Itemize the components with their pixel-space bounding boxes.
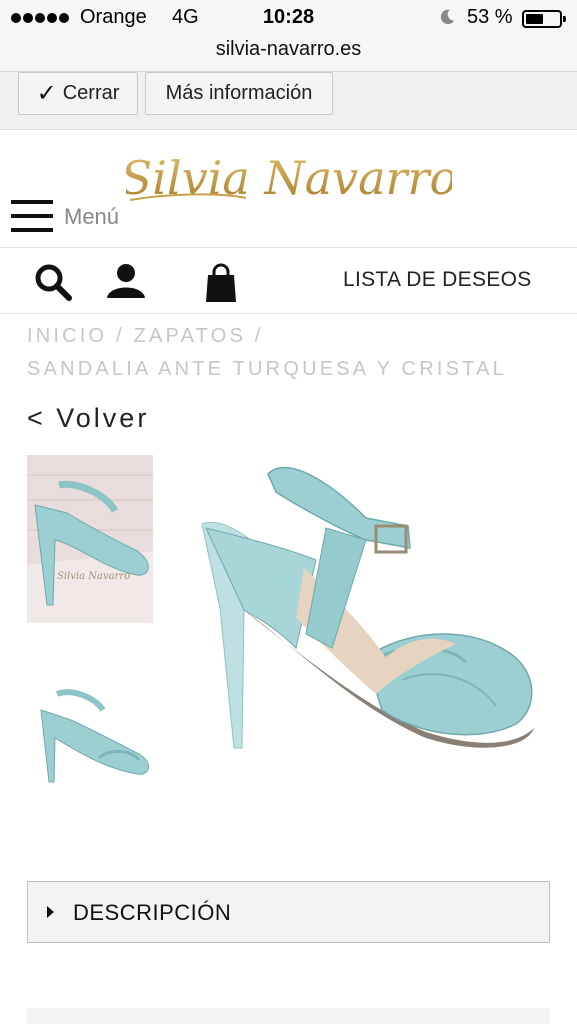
description-accordion[interactable]: DESCRIPCIÓN bbox=[27, 881, 550, 943]
battery-percent: 53 % bbox=[467, 6, 513, 28]
sandal-on-box-image: Silvia Navarro bbox=[27, 455, 153, 623]
checkmark-icon: ✓ bbox=[36, 80, 57, 107]
logo-text: Silvia Navarro bbox=[126, 151, 452, 205]
product-thumbnail-1[interactable]: Silvia Navarro bbox=[27, 455, 153, 623]
breadcrumb: INICIO / ZAPATOS / SANDALIA ANTE TURQUES… bbox=[27, 320, 507, 386]
close-cookie-label: Cerrar bbox=[62, 82, 120, 104]
product-main-image[interactable] bbox=[176, 448, 556, 828]
site-header: Silvia Navarro Menú bbox=[0, 130, 577, 248]
silvia-navarro-logo[interactable]: Silvia Navarro bbox=[126, 142, 452, 212]
menu-icon[interactable] bbox=[11, 200, 53, 234]
user-icon[interactable] bbox=[105, 262, 145, 302]
status-bar: Orange 4G 10:28 53 % silvia-navarro.es bbox=[0, 0, 577, 72]
cookie-bar: ✓ Cerrar Más información bbox=[0, 72, 577, 130]
breadcrumb-current: SANDALIA ANTE TURQUESA Y CRISTAL bbox=[27, 358, 507, 380]
next-accordion-panel[interactable] bbox=[27, 1008, 550, 1024]
breadcrumb-path[interactable]: INICIO / ZAPATOS / bbox=[27, 320, 507, 353]
address-bar-url[interactable]: silvia-navarro.es bbox=[0, 38, 577, 61]
battery-icon bbox=[522, 10, 566, 28]
menu-label[interactable]: Menú bbox=[64, 204, 119, 230]
caret-right-icon bbox=[47, 906, 54, 918]
icon-toolbar: LISTA DE DESEOS bbox=[0, 248, 577, 314]
sandal-thumbnail-image bbox=[40, 689, 149, 783]
close-cookie-button[interactable]: ✓ Cerrar bbox=[18, 72, 138, 115]
back-link[interactable]: < Volver bbox=[27, 403, 149, 434]
more-info-label: Más información bbox=[165, 82, 313, 104]
shopping-bag-icon[interactable] bbox=[202, 262, 242, 302]
svg-text:Silvia Navarro: Silvia Navarro bbox=[57, 571, 130, 582]
description-label: DESCRIPCIÓN bbox=[73, 900, 232, 925]
moon-icon bbox=[440, 9, 455, 25]
search-icon[interactable] bbox=[33, 262, 73, 302]
product-thumbnail-2[interactable] bbox=[27, 668, 153, 794]
more-info-button[interactable]: Más información bbox=[145, 72, 333, 115]
wishlist-link[interactable]: LISTA DE DESEOS bbox=[343, 268, 532, 292]
